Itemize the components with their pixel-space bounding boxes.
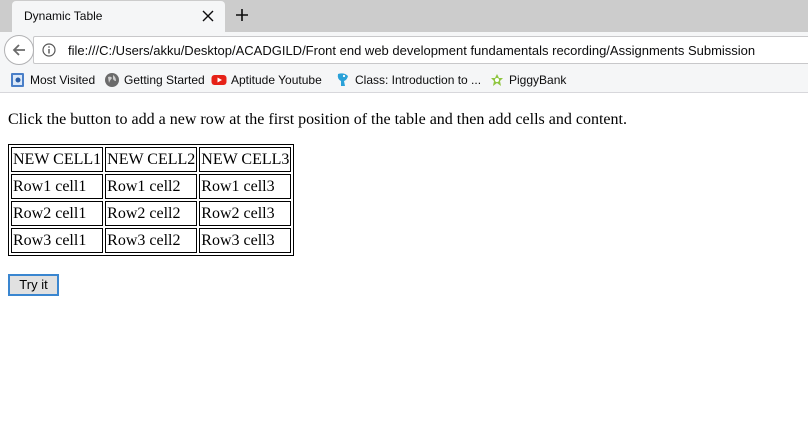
table-cell: NEW CELL3 — [199, 147, 292, 172]
intro-text: Click the button to add a new row at the… — [8, 111, 627, 128]
new-tab-plus-icon[interactable] — [234, 7, 250, 23]
globe-icon — [105, 73, 119, 87]
table-cell: Row1 cell2 — [105, 174, 198, 199]
table-cell: Row1 cell1 — [11, 174, 104, 199]
most-visited-icon — [11, 73, 24, 87]
table-row: Row1 cell1 Row1 cell2 Row1 cell3 — [11, 174, 292, 199]
tab-strip: Dynamic Table — [0, 0, 808, 32]
table-cell: Row3 cell2 — [105, 228, 198, 253]
url-bar[interactable]: file:///C:/Users/akku/Desktop/ACADGILD/F… — [33, 36, 808, 64]
piggybank-icon — [491, 74, 503, 86]
page-content: Click the button to add a new row at the… — [0, 93, 808, 443]
table-cell: Row1 cell3 — [199, 174, 292, 199]
table-cell: Row2 cell2 — [105, 201, 198, 226]
table-cell: NEW CELL2 — [105, 147, 198, 172]
url-text: file:///C:/Users/akku/Desktop/ACADGILD/F… — [68, 43, 756, 58]
table-row: NEW CELL1 NEW CELL2 NEW CELL3 — [11, 147, 292, 172]
table-cell: Row3 cell3 — [199, 228, 292, 253]
table-cell: NEW CELL1 — [11, 147, 104, 172]
table-cell: Row3 cell1 — [11, 228, 104, 253]
dynamic-table: NEW CELL1 NEW CELL2 NEW CELL3 Row1 cell1… — [8, 144, 295, 256]
navigation-toolbar: file:///C:/Users/akku/Desktop/ACADGILD/F… — [0, 32, 808, 67]
youtube-icon — [211, 75, 227, 85]
table-row: Row2 cell1 Row2 cell2 Row2 cell3 — [11, 201, 292, 226]
info-icon[interactable] — [42, 43, 56, 57]
bookmarks-toolbar: Most Visited Getting Started Aptitude Yo… — [0, 67, 808, 93]
try-it-button[interactable]: Try it — [8, 274, 59, 296]
close-icon[interactable] — [201, 9, 215, 23]
table-cell: Row2 cell1 — [11, 201, 104, 226]
table-cell: Row2 cell3 — [199, 201, 292, 226]
table-row: Row3 cell1 Row3 cell2 Row3 cell3 — [11, 228, 292, 253]
back-button[interactable] — [4, 35, 34, 65]
back-arrow-icon — [12, 44, 25, 56]
tab-dynamic-table[interactable]: Dynamic Table — [12, 1, 225, 32]
tux-icon — [337, 73, 348, 86]
tab-title: Dynamic Table — [24, 9, 103, 23]
